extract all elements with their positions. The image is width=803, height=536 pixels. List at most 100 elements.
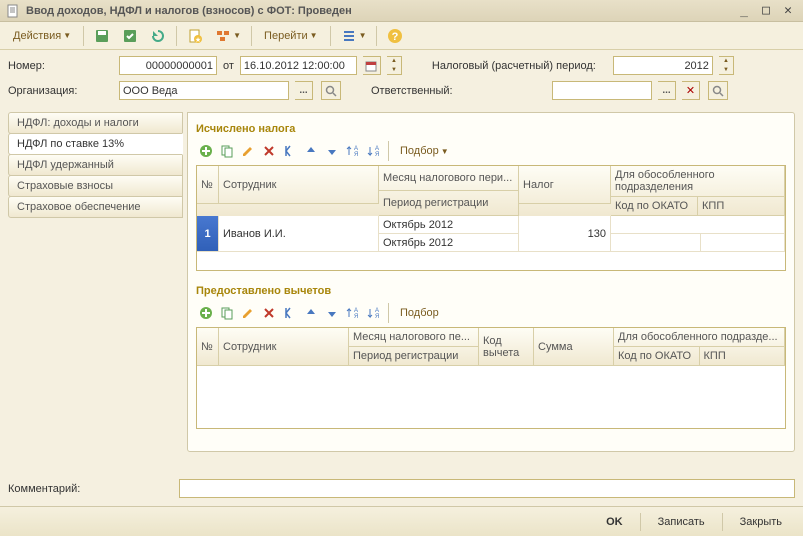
tab-2[interactable]: НДФЛ удержанный xyxy=(8,154,183,176)
table-row[interactable]: 1 Иванов И.И. Октябрь 2012 Октябрь 2012 … xyxy=(197,216,785,252)
delete-row-button[interactable] xyxy=(259,141,279,161)
form-row-2: Организация: ООО Веда ... Ответственный:… xyxy=(8,81,795,100)
number-field[interactable]: 00000000001 xyxy=(119,56,217,75)
help-button[interactable]: ? xyxy=(382,25,408,47)
new-button[interactable]: ★ xyxy=(182,25,208,47)
col-month[interactable]: Месяц налогового пери... xyxy=(379,166,519,191)
close-button[interactable]: Закрыть xyxy=(729,511,793,533)
chevron-down-icon: ▼ xyxy=(310,31,318,40)
resp-clear-button[interactable]: ✕ xyxy=(682,81,700,100)
col-employee[interactable]: Сотрудник xyxy=(219,166,379,204)
window-title: Ввод доходов, НДФЛ и налогов (взносов) с… xyxy=(26,5,731,17)
col-tax[interactable]: Налог xyxy=(519,166,611,204)
grid2-body[interactable] xyxy=(197,366,785,428)
date-field[interactable]: 16.10.2012 12:00:00 xyxy=(240,56,357,75)
comment-row: Комментарий: xyxy=(0,475,803,502)
actions-menu[interactable]: Действия▼ xyxy=(6,25,78,47)
grid1-toolbar: AЯ AЯ Подбор▼ xyxy=(196,141,786,161)
separator xyxy=(330,26,331,46)
col-month[interactable]: Месяц налогового пе... xyxy=(349,328,479,347)
add-row-button[interactable] xyxy=(196,303,216,323)
move-up-button[interactable] xyxy=(301,303,321,323)
col-employee[interactable]: Сотрудник xyxy=(219,328,349,366)
edit-row-button[interactable] xyxy=(238,141,258,161)
col-sum[interactable]: Сумма xyxy=(534,328,614,366)
cell-tax[interactable]: 130 xyxy=(519,216,611,252)
calendar-button[interactable] xyxy=(363,56,381,75)
goto-menu[interactable]: Перейти▼ xyxy=(257,25,325,47)
comment-input[interactable] xyxy=(179,479,795,498)
refresh-button[interactable] xyxy=(145,25,171,47)
select-button[interactable]: Подбор▼ xyxy=(393,141,456,161)
col-okato[interactable]: Код по ОКАТО xyxy=(611,197,698,216)
cell-subdiv[interactable] xyxy=(611,216,785,234)
structure-button[interactable]: ▼ xyxy=(210,25,246,47)
edit-row-button[interactable] xyxy=(238,303,258,323)
resp-search-button[interactable] xyxy=(708,81,728,100)
move-first-button[interactable] xyxy=(280,141,300,161)
copy-row-button[interactable] xyxy=(217,303,237,323)
cell-reg[interactable]: Октябрь 2012 xyxy=(379,234,519,252)
separator xyxy=(251,26,252,46)
move-down-button[interactable] xyxy=(322,141,342,161)
maximize-button[interactable]: □ xyxy=(757,4,775,18)
list-button[interactable]: ▼ xyxy=(336,25,372,47)
period-spinner[interactable]: ▲▼ xyxy=(719,56,734,75)
copy-row-button[interactable] xyxy=(217,141,237,161)
tax-period-label: Налоговый (расчетный) период: xyxy=(432,60,607,72)
date-spinner[interactable]: ▲▼ xyxy=(387,56,402,75)
col-okato[interactable]: Код по ОКАТО xyxy=(614,347,700,366)
main-content: НДФЛ: доходы и налоги НДФЛ по ставке 13%… xyxy=(0,112,803,452)
actions-label: Действия xyxy=(13,30,61,42)
bottom-bar: OK Записать Закрыть xyxy=(0,506,803,536)
col-kpp[interactable]: КПП xyxy=(698,197,785,216)
save-icon-button[interactable] xyxy=(89,25,115,47)
tabs-column: НДФЛ: доходы и налоги НДФЛ по ставке 13%… xyxy=(8,112,183,452)
resp-field[interactable] xyxy=(552,81,652,100)
resp-select-button[interactable]: ... xyxy=(658,81,676,100)
col-reg-period[interactable]: Период регистрации xyxy=(349,347,479,366)
tab-1[interactable]: НДФЛ по ставке 13% xyxy=(8,133,183,155)
col-num[interactable]: № xyxy=(197,328,219,366)
move-down-button[interactable] xyxy=(322,303,342,323)
ok-button[interactable]: OK xyxy=(595,511,634,533)
sort-desc-button[interactable]: AЯ xyxy=(364,141,384,161)
grid1-body[interactable]: 1 Иванов И.И. Октябрь 2012 Октябрь 2012 … xyxy=(197,216,785,270)
col-kpp[interactable]: КПП xyxy=(700,347,786,366)
save-button[interactable]: Записать xyxy=(647,511,716,533)
org-search-button[interactable] xyxy=(321,81,341,100)
move-up-button[interactable] xyxy=(301,141,321,161)
delete-row-button[interactable] xyxy=(259,303,279,323)
col-deduct-code[interactable]: Код вычета xyxy=(479,328,534,366)
chevron-down-icon: ▼ xyxy=(233,31,241,40)
content-panel: Исчислено налога AЯ AЯ Подбор▼ № Сотрудн… xyxy=(187,112,795,452)
sort-asc-button[interactable]: AЯ xyxy=(343,303,363,323)
add-row-button[interactable] xyxy=(196,141,216,161)
comment-label: Комментарий: xyxy=(8,483,173,495)
cell-month[interactable]: Октябрь 2012 xyxy=(379,216,519,234)
number-label: Номер: xyxy=(8,60,113,72)
col-subdiv[interactable]: Для обособленного подразде... xyxy=(614,328,785,347)
col-num[interactable]: № xyxy=(197,166,219,204)
move-first-button[interactable] xyxy=(280,303,300,323)
svg-text:Я: Я xyxy=(375,314,379,320)
minimize-button[interactable]: _ xyxy=(735,4,753,18)
org-field[interactable]: ООО Веда xyxy=(119,81,289,100)
post-button[interactable] xyxy=(117,25,143,47)
col-subdiv[interactable]: Для обособленного подразделения xyxy=(611,166,785,197)
separator xyxy=(83,26,84,46)
sort-asc-button[interactable]: AЯ xyxy=(343,141,363,161)
col-reg-period[interactable]: Период регистрации xyxy=(379,191,519,216)
sort-desc-button[interactable]: AЯ xyxy=(364,303,384,323)
tab-3[interactable]: Страховые взносы xyxy=(8,175,183,197)
tab-4[interactable]: Страховое обеспечение xyxy=(8,196,183,218)
org-select-button[interactable]: ... xyxy=(295,81,313,100)
svg-text:Я: Я xyxy=(375,152,379,158)
cell-okato[interactable] xyxy=(611,234,701,252)
select-button[interactable]: Подбор xyxy=(393,303,446,323)
tax-period-field[interactable]: 2012 xyxy=(613,56,713,75)
cell-employee[interactable]: Иванов И.И. xyxy=(219,216,379,252)
close-button[interactable]: ✕ xyxy=(779,4,797,18)
cell-kpp[interactable] xyxy=(701,234,785,252)
tab-0[interactable]: НДФЛ: доходы и налоги xyxy=(8,112,183,134)
